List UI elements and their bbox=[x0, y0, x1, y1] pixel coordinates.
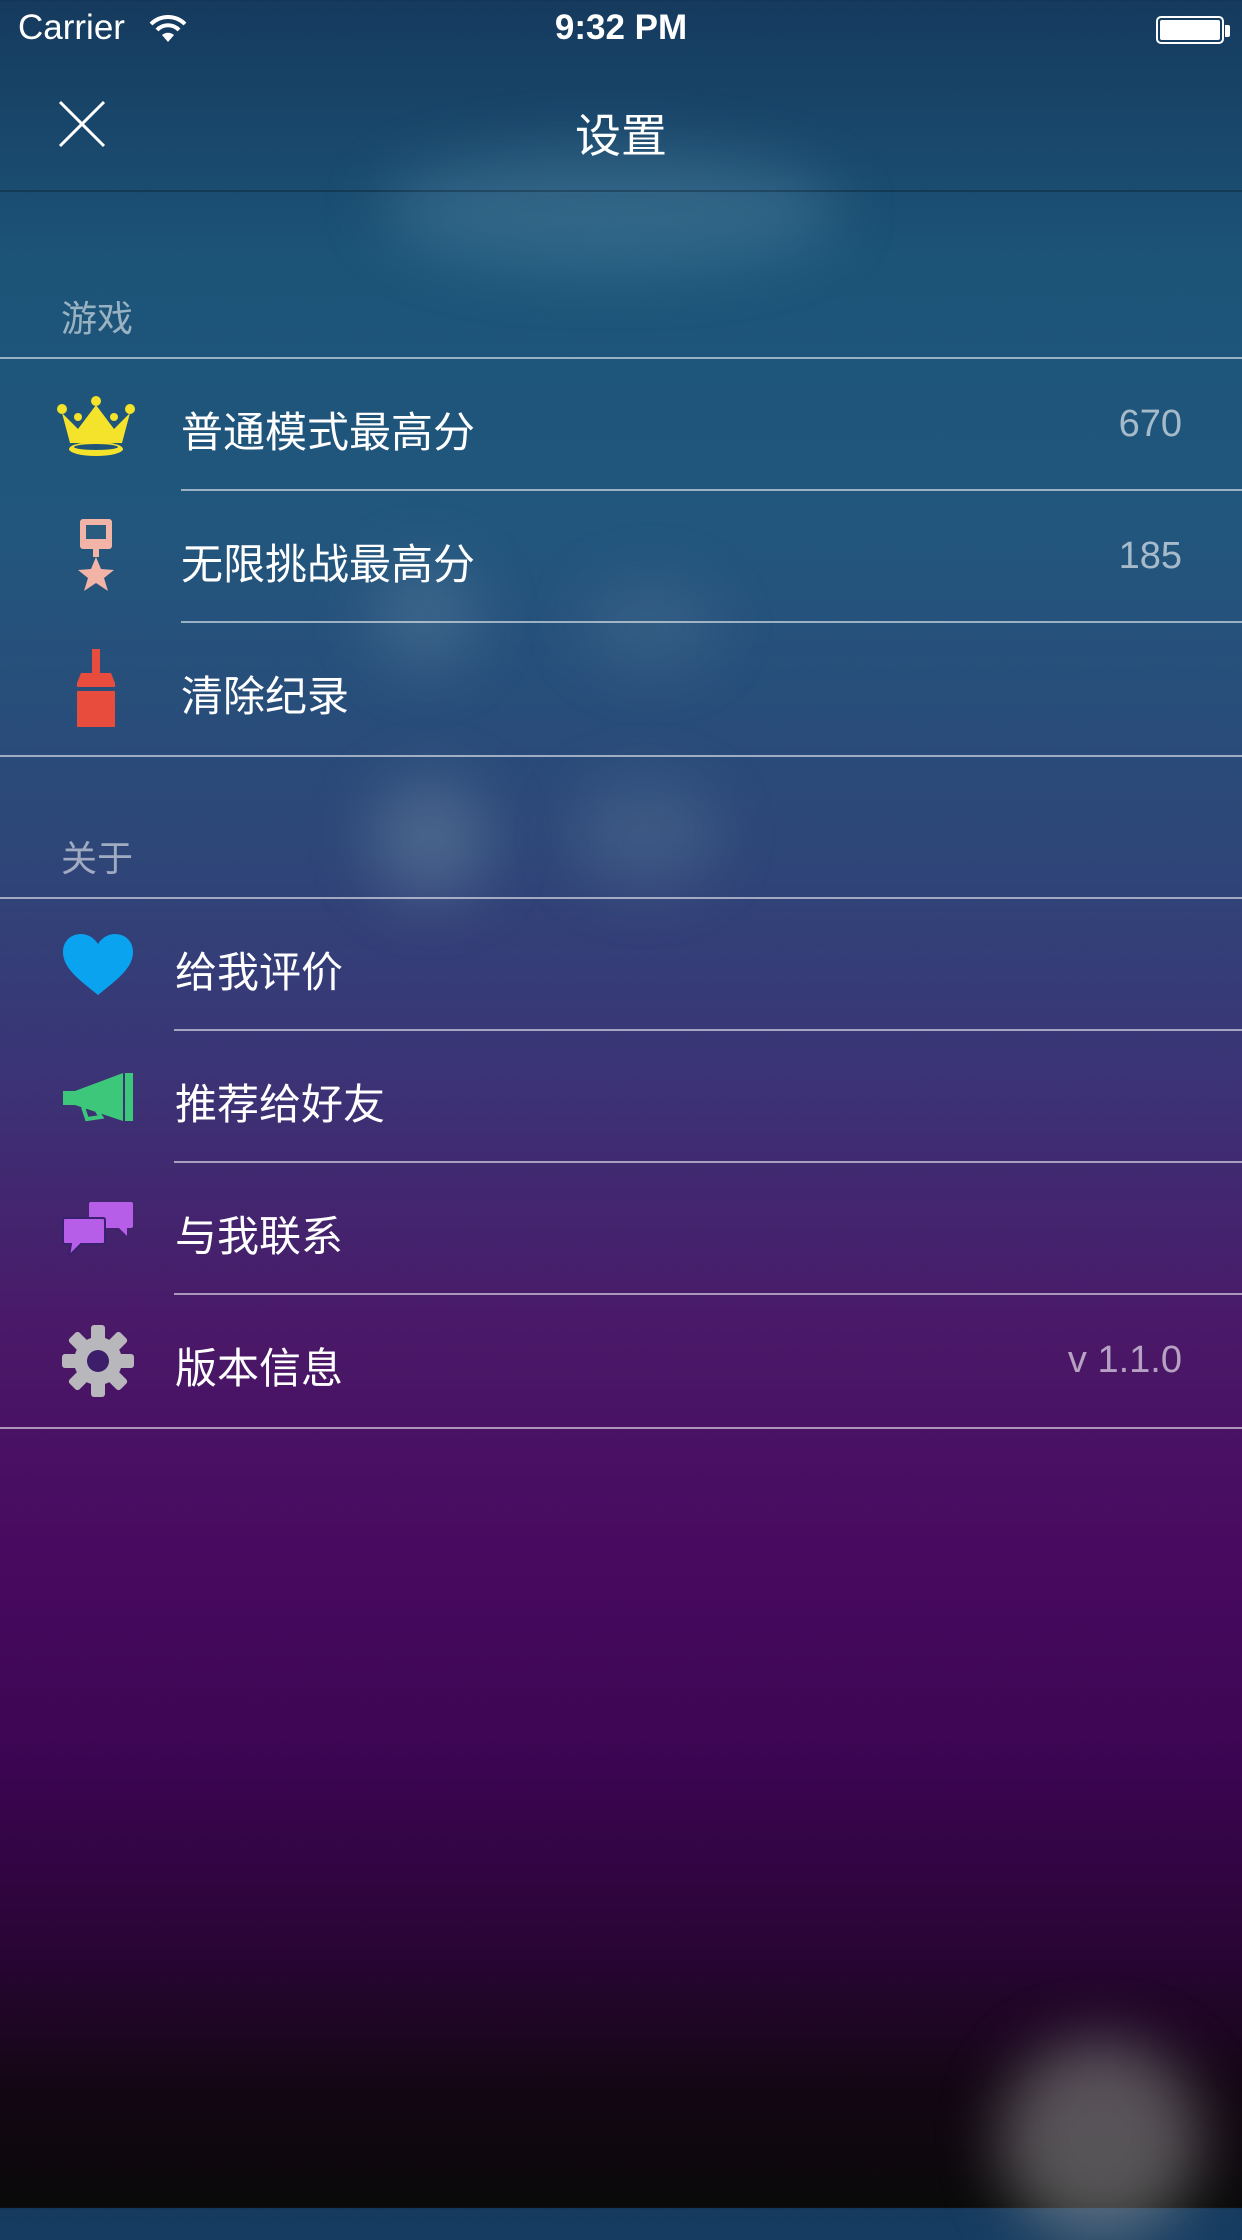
row-label: 无限挑战最高分 bbox=[181, 540, 476, 589]
page-title: 设置 bbox=[575, 109, 667, 163]
battery-icon bbox=[1156, 16, 1224, 44]
row-contact-me[interactable]: 与我联系 bbox=[0, 1163, 1242, 1295]
medal-icon bbox=[56, 519, 136, 593]
section-header-about: 关于 bbox=[61, 839, 134, 880]
heart-icon bbox=[58, 929, 138, 1001]
row-label: 给我评价 bbox=[175, 948, 344, 997]
megaphone-icon bbox=[58, 1061, 138, 1133]
row-label: 版本信息 bbox=[175, 1344, 344, 1393]
section-game: 普通模式最高分 670 无限挑战最高分 185 清除纪录 bbox=[0, 357, 1242, 757]
section-header-game: 游戏 bbox=[61, 299, 134, 340]
gear-icon bbox=[58, 1325, 138, 1397]
section-about: 给我评价 推荐给好友 与我联系 版本信息 v 1.1.0 bbox=[0, 897, 1242, 1429]
row-value: 185 bbox=[1118, 535, 1182, 577]
row-label: 与我联系 bbox=[175, 1212, 344, 1261]
brush-icon bbox=[56, 649, 136, 727]
status-time: 9:32 PM bbox=[554, 8, 688, 47]
nav-bar: 设置 bbox=[0, 60, 1242, 192]
row-normal-high-score[interactable]: 普通模式最高分 670 bbox=[0, 359, 1242, 491]
battery-tip bbox=[1225, 25, 1230, 37]
crown-icon bbox=[56, 389, 136, 461]
row-version-info[interactable]: 版本信息 v 1.1.0 bbox=[0, 1295, 1242, 1427]
row-label: 清除纪录 bbox=[181, 672, 350, 721]
row-recommend-friends[interactable]: 推荐给好友 bbox=[0, 1031, 1242, 1163]
row-rate-me[interactable]: 给我评价 bbox=[0, 899, 1242, 1031]
row-value: 670 bbox=[1118, 403, 1182, 445]
row-label: 推荐给好友 bbox=[175, 1080, 386, 1129]
row-endless-high-score[interactable]: 无限挑战最高分 185 bbox=[0, 491, 1242, 623]
chat-icon bbox=[58, 1193, 138, 1265]
status-bar: Carrier 9:32 PM bbox=[0, 0, 1242, 60]
row-label: 普通模式最高分 bbox=[181, 408, 476, 457]
row-value: v 1.1.0 bbox=[1067, 1339, 1182, 1381]
close-icon[interactable] bbox=[52, 94, 112, 154]
row-clear-records[interactable]: 清除纪录 bbox=[0, 623, 1242, 755]
